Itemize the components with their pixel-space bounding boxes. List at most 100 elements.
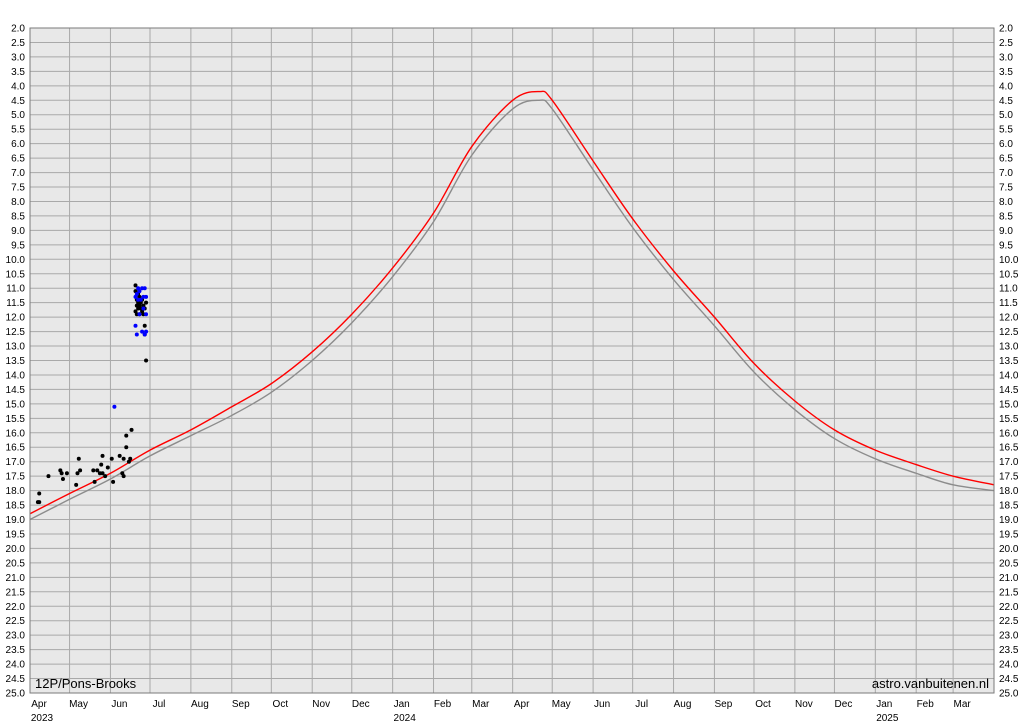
observation-point <box>121 474 126 479</box>
y-tick-label: 10.5 <box>6 269 26 280</box>
y-tick-label: 10.0 <box>6 255 26 266</box>
x-year-label: 2023 <box>31 713 54 724</box>
observation-point <box>124 433 129 438</box>
observation-point <box>142 323 147 328</box>
y-tick-label: 6.5 <box>999 154 1013 165</box>
y-tick-label: 4.0 <box>11 81 25 92</box>
y-tick-label: 21.0 <box>6 573 26 584</box>
y-tick-label: 19.5 <box>999 529 1019 540</box>
y-tick-label: 8.5 <box>999 211 1013 222</box>
y-tick-label: 23.5 <box>6 645 26 656</box>
x-tick-label: Oct <box>273 699 289 710</box>
x-tick-label: Oct <box>755 699 771 710</box>
y-tick-label: 7.5 <box>999 183 1013 194</box>
y-tick-label: 3.5 <box>999 67 1013 78</box>
x-tick-label: Jul <box>635 699 648 710</box>
y-tick-label: 8.5 <box>11 211 25 222</box>
x-tick-label: Sep <box>715 699 733 710</box>
y-tick-label: 23.5 <box>999 645 1019 656</box>
observation-point <box>144 300 149 305</box>
y-tick-label: 9.0 <box>999 226 1013 237</box>
y-tick-label: 14.0 <box>6 370 26 381</box>
y-tick-label: 6.0 <box>999 139 1013 150</box>
y-tick-label: 20.5 <box>999 558 1019 569</box>
observation-point <box>91 468 96 473</box>
x-tick-label: Apr <box>31 699 47 710</box>
observation-point <box>99 462 104 467</box>
observation-point <box>144 358 149 363</box>
y-tick-label: 12.0 <box>999 313 1019 324</box>
x-tick-label: Dec <box>835 699 853 710</box>
y-tick-label: 5.5 <box>11 125 25 136</box>
y-tick-label: 3.0 <box>999 52 1013 63</box>
y-tick-label: 13.0 <box>6 342 26 353</box>
x-tick-label: Sep <box>232 699 250 710</box>
y-tick-label: 11.0 <box>6 284 25 295</box>
observation-point <box>103 474 108 479</box>
y-tick-label: 17.5 <box>6 472 26 483</box>
y-tick-label: 22.5 <box>999 616 1019 627</box>
observation-point <box>59 471 64 476</box>
x-tick-label: Jun <box>111 699 127 710</box>
y-tick-label: 12.5 <box>999 327 1019 338</box>
observation-point <box>121 456 126 461</box>
y-tick-label: 7.5 <box>11 183 25 194</box>
y-tick-label: 20.0 <box>999 544 1019 555</box>
x-tick-label: Jul <box>153 699 166 710</box>
observation-point <box>46 474 51 479</box>
observation-point <box>134 332 139 337</box>
x-tick-label: Mar <box>954 699 972 710</box>
observation-point <box>100 453 105 458</box>
y-tick-label: 18.0 <box>6 486 26 497</box>
observation-point <box>117 453 122 458</box>
x-tick-label: Jan <box>394 699 410 710</box>
y-tick-label: 12.0 <box>6 313 26 324</box>
y-tick-label: 13.5 <box>6 356 26 367</box>
y-tick-label: 24.0 <box>999 660 1019 671</box>
y-tick-label: 4.5 <box>999 96 1013 107</box>
y-tick-label: 5.0 <box>999 110 1013 121</box>
observation-point <box>37 491 42 496</box>
lightcurve-chart: 2.0 2.5 3.0 3.5 4.0 4.5 5.0 5.5 6.0 6.5 7.0 7.5 8.0 8… <box>0 0 1024 724</box>
y-tick-label: 3.0 <box>11 52 25 63</box>
y-tick-label: 20.5 <box>6 558 26 569</box>
y-tick-label: 22.0 <box>999 602 1019 613</box>
observation-point <box>144 329 149 334</box>
y-tick-label: 7.0 <box>11 168 25 179</box>
observation-point <box>144 312 149 317</box>
observation-point <box>128 456 133 461</box>
y-tick-label: 19.5 <box>6 529 26 540</box>
y-tick-label: 15.0 <box>999 399 1019 410</box>
y-tick-label: 7.0 <box>999 168 1013 179</box>
y-tick-label: 14.0 <box>999 370 1019 381</box>
y-tick-label: 15.0 <box>6 399 26 410</box>
y-tick-label: 9.5 <box>11 240 25 251</box>
y-tick-label: 16.0 <box>999 428 1019 439</box>
y-tick-label: 9.5 <box>999 240 1013 251</box>
x-tick-label: May <box>69 699 88 710</box>
y-tick-label: 11.0 <box>999 284 1018 295</box>
observation-point <box>60 477 65 482</box>
y-tick-label: 18.0 <box>999 486 1019 497</box>
y-tick-label: 18.5 <box>6 501 26 512</box>
y-tick-label: 4.5 <box>11 96 25 107</box>
observation-point <box>124 445 129 450</box>
x-year-label: 2025 <box>876 713 899 724</box>
y-tick-label: 9.0 <box>11 226 25 237</box>
y-tick-label: 13.0 <box>999 342 1019 353</box>
x-year-label: 2024 <box>394 713 417 724</box>
y-tick-label: 21.5 <box>999 587 1019 598</box>
observation-point <box>74 482 79 487</box>
observation-point <box>78 468 83 473</box>
observation-point <box>141 306 146 311</box>
y-tick-label: 2.0 <box>999 24 1013 35</box>
observation-point <box>137 312 142 317</box>
credit-label: astro.vanbuitenen.nl <box>872 676 989 691</box>
y-tick-label: 22.5 <box>6 616 26 627</box>
observation-point <box>92 479 97 484</box>
y-tick-label: 2.5 <box>999 38 1013 49</box>
x-tick-label: Feb <box>434 699 452 710</box>
y-tick-label: 6.5 <box>11 154 25 165</box>
observation-point <box>112 404 117 409</box>
observation-point <box>76 456 81 461</box>
